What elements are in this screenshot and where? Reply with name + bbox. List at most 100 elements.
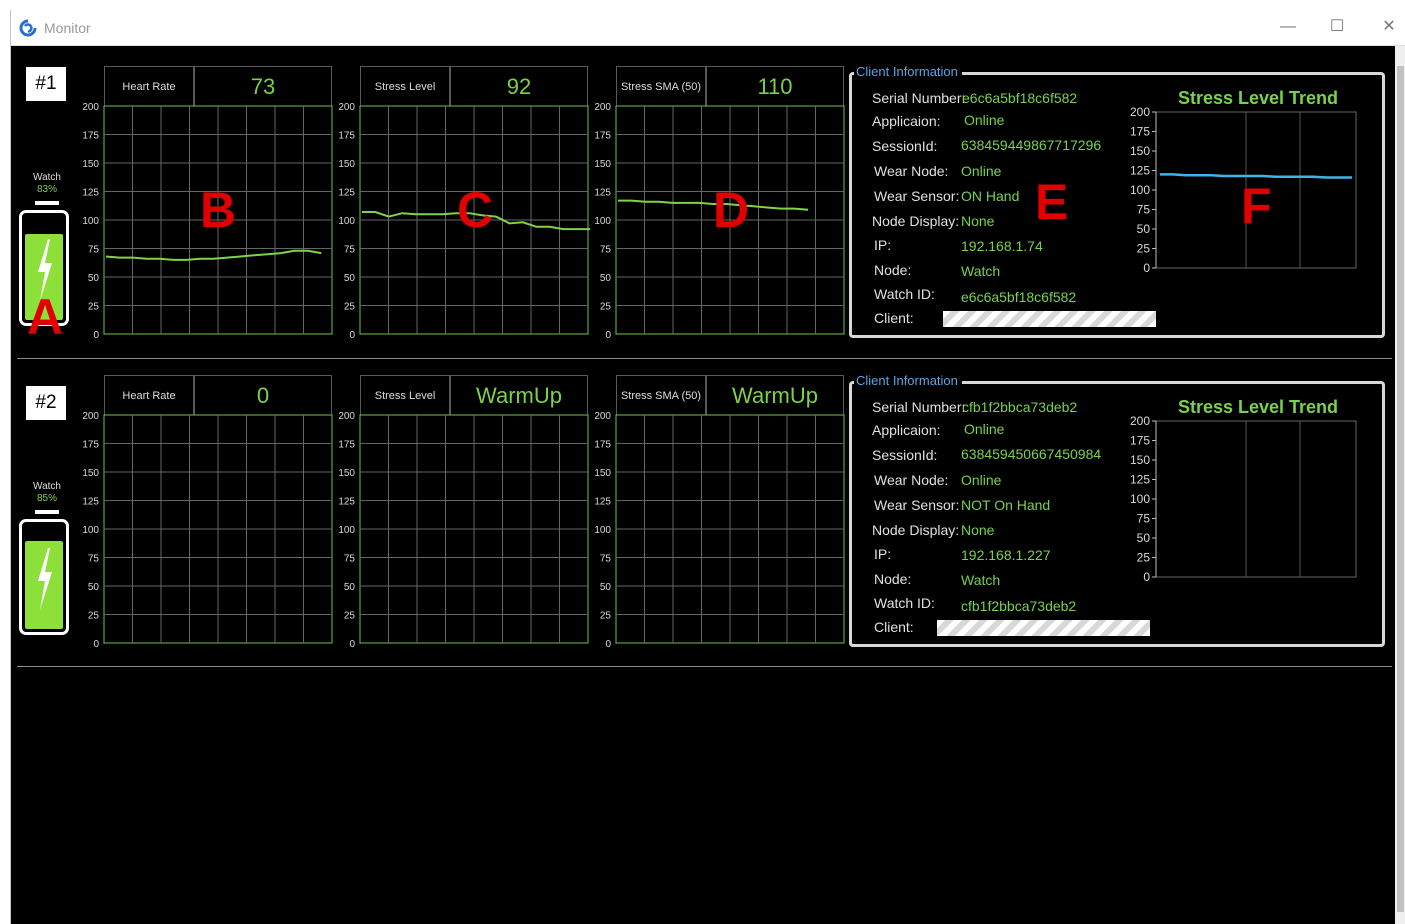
trend-y-tick-label: 100 — [1130, 183, 1150, 197]
node-display-label: Node Display: — [872, 522, 960, 538]
y-tick-label: 25 — [88, 302, 100, 313]
watch-label: Watch — [33, 172, 61, 183]
serial-number-label: Serial Number: — [872, 90, 966, 106]
node-display-value: None — [961, 213, 995, 229]
annotation-letter-e: E — [1035, 174, 1069, 230]
node-value: Watch — [961, 263, 1001, 279]
y-tick-label: 50 — [600, 273, 612, 284]
title-bar: Monitor — ☐ ✕ — [11, 10, 1405, 46]
y-tick-label: 150 — [594, 159, 611, 170]
application-label: Applicaion: — [872, 113, 941, 129]
minimize-button[interactable]: — — [1276, 16, 1300, 38]
y-tick-label: 100 — [594, 216, 611, 227]
stress-trend-plot: 200 175 150 125 100 75 50 25 0 — [1130, 414, 1357, 584]
y-tick-label: 125 — [594, 497, 611, 508]
y-tick-label: 150 — [82, 159, 99, 170]
y-tick-label: 75 — [88, 554, 100, 565]
serial-number-label: Serial Number: — [872, 399, 966, 415]
y-tick-label: 175 — [82, 440, 99, 451]
trend-y-tick-label: 50 — [1137, 222, 1151, 236]
trend-y-tick-label: 200 — [1130, 105, 1150, 119]
client-label: Client: — [874, 310, 914, 326]
y-tick-label: 200 — [594, 102, 611, 113]
heart-rate-plot: 200 175 150 125 100 75 50 25 0 — [82, 411, 333, 650]
stress-sma-plot: 200 175 150 125 100 75 50 25 0 — [594, 411, 845, 650]
y-tick-label: 175 — [82, 131, 99, 142]
maximize-button[interactable]: ☐ — [1325, 16, 1349, 38]
y-tick-label: 200 — [338, 411, 355, 422]
y-tick-label: 175 — [594, 131, 611, 142]
y-tick-label: 25 — [600, 611, 612, 622]
session-id-label: SessionId: — [872, 447, 938, 463]
annotation-letter-b: B — [200, 182, 237, 238]
trend-y-tick-label: 75 — [1137, 512, 1151, 526]
application-value: Online — [964, 112, 1005, 128]
window-title: Monitor — [44, 20, 91, 36]
y-tick-label: 200 — [594, 411, 611, 422]
y-tick-label: 100 — [82, 216, 99, 227]
y-tick-label: 150 — [594, 468, 611, 479]
trend-y-tick-label: 125 — [1130, 473, 1150, 487]
y-tick-label: 0 — [349, 639, 355, 650]
y-tick-label: 100 — [338, 525, 355, 536]
battery-icon — [19, 519, 69, 635]
node-value: Watch — [961, 572, 1001, 588]
client-label: Client: — [874, 619, 914, 635]
node-label: Node: — [874, 571, 912, 587]
wear-sensor-value: NOT On Hand — [961, 497, 1051, 513]
wear-node-value: Online — [961, 163, 1002, 179]
app-refresh-icon — [19, 19, 37, 37]
serial-number-value: e6c6a5bf18c6f582 — [962, 90, 1078, 106]
node-label: Node: — [874, 262, 912, 278]
y-tick-label: 125 — [594, 188, 611, 199]
trend-frame — [1155, 420, 1357, 578]
y-tick-label: 75 — [600, 554, 612, 565]
node-display-label: Node Display: — [872, 213, 960, 229]
scrollbar-thumb[interactable] — [1397, 66, 1404, 912]
lightning-icon — [38, 548, 52, 610]
y-tick-label: 50 — [344, 582, 356, 593]
vertical-scrollbar[interactable] — [1395, 46, 1405, 924]
trend-y-tick-label: 150 — [1130, 144, 1150, 158]
y-tick-label: 200 — [338, 102, 355, 113]
y-tick-label: 75 — [344, 245, 356, 256]
ip-value: 192.168.1.74 — [961, 238, 1043, 254]
battery-tip — [35, 510, 59, 514]
watch-id-value: cfb1f2bbca73deb2 — [961, 598, 1077, 614]
client-progress-bar — [943, 311, 1156, 327]
trend-title: Stress Level Trend — [1177, 88, 1339, 108]
close-button[interactable]: ✕ — [1377, 16, 1401, 38]
y-tick-label: 75 — [344, 554, 356, 565]
y-tick-label: 100 — [338, 216, 355, 227]
y-tick-label: 0 — [605, 639, 611, 650]
y-tick-label: 100 — [594, 525, 611, 536]
y-tick-label: 0 — [605, 330, 611, 341]
ip-label: IP: — [874, 237, 892, 253]
client-info-legend: Client Information — [854, 373, 962, 389]
stress-level-plot: 200 175 150 125 100 75 50 25 0 — [338, 411, 589, 650]
y-tick-label: 25 — [88, 611, 100, 622]
y-tick-label: 50 — [88, 273, 100, 284]
trend-y-tick-label: 200 — [1130, 414, 1150, 428]
ip-label: IP: — [874, 546, 892, 562]
annotation-letter-c: C — [457, 182, 494, 238]
session-id-value: 638459450667450984 — [961, 446, 1102, 462]
trend-y-tick-label: 125 — [1130, 164, 1150, 178]
y-tick-label: 175 — [338, 131, 355, 142]
y-tick-label: 125 — [82, 497, 99, 508]
wear-sensor-label: Wear Sensor: — [874, 188, 960, 204]
y-tick-label: 25 — [344, 611, 356, 622]
y-tick-label: 50 — [88, 582, 100, 593]
y-tick-label: 175 — [338, 440, 355, 451]
trend-y-tick-label: 25 — [1137, 242, 1151, 256]
y-tick-label: 100 — [82, 525, 99, 536]
y-tick-label: 150 — [338, 159, 355, 170]
wear-sensor-value: ON Hand — [961, 188, 1020, 204]
client-info-panel: Client Information Serial Number: cfb1f2… — [849, 373, 1385, 647]
trend-y-tick-label: 100 — [1130, 492, 1150, 506]
client-index: #1 — [26, 67, 66, 101]
annotation-letter-f: F — [1241, 178, 1272, 234]
client-index: #2 — [26, 386, 66, 420]
y-tick-label: 25 — [344, 302, 356, 313]
y-tick-label: 50 — [344, 273, 356, 284]
